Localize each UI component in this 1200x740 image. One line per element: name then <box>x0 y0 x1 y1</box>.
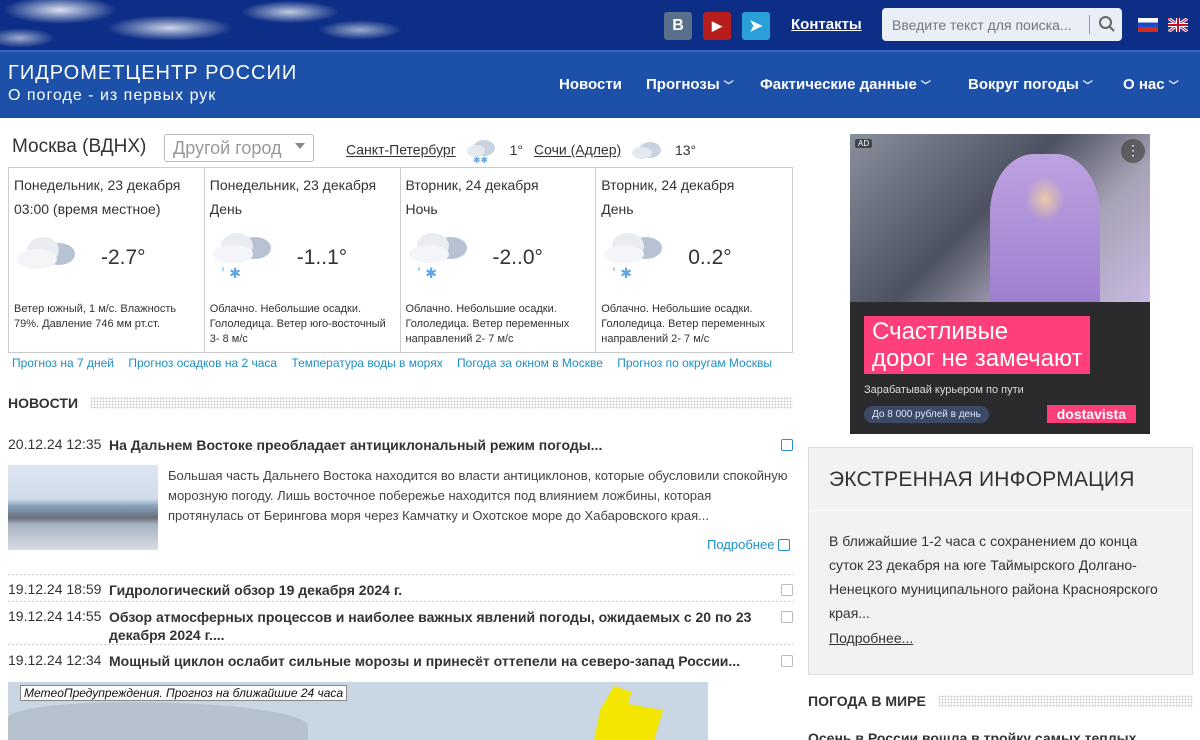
emergency-more-link[interactable]: Подробнее... <box>829 630 913 646</box>
more-options-icon[interactable]: ⋮ <box>1121 139 1145 163</box>
ad-logo: dostavista <box>1046 405 1136 423</box>
svg-text:ˈ ✱: ˈ ✱ <box>417 266 437 282</box>
forecast-day: Понедельник, 23 декабря <box>209 177 377 193</box>
map-label: МетеоПредупреждения. Прогноз на ближайши… <box>20 685 348 701</box>
link-precip-2h[interactable]: Прогноз осадков на 2 часа <box>128 356 277 370</box>
forecast-links: Прогноз на 7 дней Прогноз осадков на 2 ч… <box>12 356 783 370</box>
arrow-right-icon <box>778 539 791 551</box>
ad-badge: AD <box>855 139 873 148</box>
city-select[interactable]: Другой город <box>164 134 314 162</box>
search-divider <box>1089 15 1090 34</box>
forecast-period: Ночь <box>405 201 438 217</box>
svg-text:ˈ ✱: ˈ ✱ <box>612 266 632 282</box>
nav-news[interactable]: Новости <box>559 76 622 93</box>
site-logo[interactable]: ГИДРОМЕТЦЕНТР РОССИИ О погоде - из первы… <box>8 62 297 105</box>
link-window-moscow[interactable]: Погода за окном в Москве <box>457 356 603 370</box>
section-divider <box>90 397 793 409</box>
chevron-down-icon: ﹀ <box>920 81 931 92</box>
contacts-link[interactable]: Контакты <box>791 16 862 33</box>
cloud-icon <box>632 142 662 159</box>
news-excerpt: Большая часть Дальнего Востока находится… <box>168 468 788 523</box>
forecast-temp: -1..1° <box>296 246 348 269</box>
cloud-icon <box>17 237 75 269</box>
news-section-title: НОВОСТИ <box>8 395 79 411</box>
telegram-icon[interactable]: ➤ <box>742 12 770 40</box>
divider <box>8 601 793 602</box>
forecast-day: Понедельник, 23 декабря <box>14 177 181 193</box>
forecast-cell: Понедельник, 23 декабря 03:00 (время мес… <box>9 168 205 352</box>
forecast-day: Вторник, 24 декабря <box>601 177 735 193</box>
flag-ru-icon[interactable] <box>1138 18 1158 32</box>
chevron-down-icon: ﹀ <box>723 81 734 92</box>
forecast-table: Понедельник, 23 декабря 03:00 (время мес… <box>8 167 793 353</box>
expand-icon[interactable] <box>781 611 793 623</box>
warnings-map[interactable]: МетеоПредупреждения. Прогноз на ближайши… <box>8 682 708 740</box>
chevron-down-icon: ﹀ <box>1168 81 1179 92</box>
news-image[interactable] <box>8 465 158 550</box>
forecast-temp: -2.7° <box>101 246 146 269</box>
site-header: ГИДРОМЕТЦЕНТР РОССИИ О погоде - из первы… <box>0 50 1200 118</box>
expand-icon[interactable] <box>781 655 793 667</box>
flag-en-icon[interactable] <box>1168 18 1188 32</box>
link-districts[interactable]: Прогноз по округам Москвы <box>617 356 772 370</box>
vk-icon[interactable]: В <box>664 12 692 40</box>
snow-cloud-icon: ˈ ✱ <box>408 233 467 282</box>
clouds-banner <box>0 0 420 50</box>
dropdown-arrow-icon <box>295 143 305 149</box>
divider <box>8 644 793 645</box>
search-box <box>882 8 1122 41</box>
search-icon[interactable] <box>1098 15 1116 33</box>
warning-region <box>593 686 663 740</box>
site-tagline: О погоде - из первых рук <box>8 87 217 104</box>
forecast-desc: Облачно. Небольшие осадки. Гололедица. В… <box>601 303 765 345</box>
forecast-period: 03:00 (время местное) <box>14 201 161 217</box>
snow-cloud-icon: ˈ ✱ <box>212 233 271 282</box>
divider <box>8 574 793 575</box>
link-sea-temp[interactable]: Температура воды в морях <box>291 356 442 370</box>
section-divider <box>938 695 1193 707</box>
emergency-text: В ближайшие 1-2 часа с сохранением до ко… <box>829 533 1158 621</box>
ad-pill: До 8 000 рублей в день <box>864 406 989 423</box>
forecast-period: День <box>209 201 243 217</box>
chevron-down-icon: ﹀ <box>1082 81 1093 92</box>
mini-weather-spb[interactable]: Санкт-Петербург ✱✱ 1° <box>346 138 523 164</box>
forecast-cell: Вторник, 24 декабря День ˈ ✱ 0..2° Облач… <box>596 168 792 352</box>
svg-text:✱✱: ✱✱ <box>473 156 488 164</box>
site-title: ГИДРОМЕТЦЕНТР РОССИИ <box>8 62 298 84</box>
ad-banner[interactable]: AD ⋮ Счастливые дорог не замечают Зараба… <box>850 134 1150 434</box>
ad-headline: Счастливые дорог не замечают <box>864 316 1091 374</box>
forecast-desc: Облачно. Небольшие осадки. Гололедица. В… <box>405 303 570 345</box>
current-city: Москва (ВДНХ) <box>12 136 147 157</box>
snow-cloud-icon: ˈ ✱ <box>604 233 663 282</box>
emergency-title: ЭКСТРЕННАЯ ИНФОРМАЦИЯ <box>829 468 1135 491</box>
youtube-icon[interactable]: ▶ <box>703 12 731 40</box>
forecast-period: День <box>601 201 634 217</box>
forecast-day: Вторник, 24 декабря <box>405 177 539 193</box>
snow-cloud-icon: ✱✱ <box>466 140 495 164</box>
forecast-desc: Ветер южный, 1 м/с. Влажность 79%. Давле… <box>14 303 177 330</box>
forecast-desc: Облачно. Небольшие осадки. Гололедица. В… <box>209 303 386 345</box>
forecast-cell: Вторник, 24 декабря Ночь ˈ ✱ -2..0° Обла… <box>400 168 597 352</box>
nav-forecasts[interactable]: Прогнозы ﹀ <box>646 76 734 93</box>
collapse-icon[interactable] <box>781 439 793 451</box>
expand-icon[interactable] <box>781 584 793 596</box>
ad-person-image <box>990 154 1100 302</box>
nav-around-weather[interactable]: Вокруг погоды ﹀ <box>968 76 1093 93</box>
mini-weather-sochi[interactable]: Сочи (Адлер) 13° <box>534 138 696 164</box>
read-more-link[interactable]: Подробнее <box>707 537 791 552</box>
forecast-cell: Понедельник, 23 декабря День ˈ ✱ -1..1° … <box>204 168 401 352</box>
world-weather-title: ПОГОДА В МИРЕ <box>808 693 926 709</box>
top-bar: В ▶ ➤ Контакты <box>0 0 1200 50</box>
search-input[interactable] <box>882 8 1082 41</box>
forecast-temp: 0..2° <box>688 246 732 269</box>
svg-text:ˈ ✱: ˈ ✱ <box>221 266 241 282</box>
forecast-temp: -2..0° <box>492 246 543 269</box>
nav-about[interactable]: О нас ﹀ <box>1123 76 1179 93</box>
emergency-panel: ЭКСТРЕННАЯ ИНФОРМАЦИЯ В ближайшие 1-2 ча… <box>808 447 1193 675</box>
link-7-days[interactable]: Прогноз на 7 дней <box>12 356 114 370</box>
world-news-teaser[interactable]: Осень в России вошла в тройку самых тепл… <box>808 730 1136 740</box>
nav-actual-data[interactable]: Фактические данные ﹀ <box>760 76 931 93</box>
ad-subtitle: Зарабатывай курьером по пути <box>864 384 1024 396</box>
